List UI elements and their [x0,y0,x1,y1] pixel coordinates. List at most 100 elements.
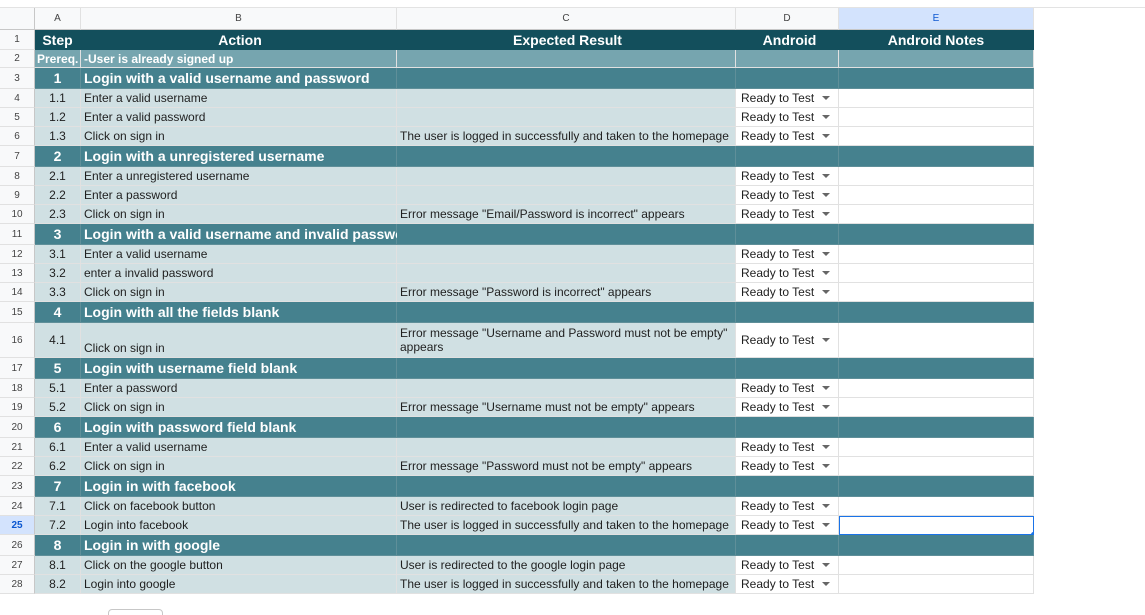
step-expected-result[interactable]: Error message "Password must not be empt… [397,457,736,476]
step-action[interactable]: Enter a valid username [81,438,397,457]
group-android-cell[interactable] [736,358,839,379]
step-action[interactable]: Click on sign in [81,205,397,224]
group-title[interactable]: Login with password field blank [81,417,397,438]
status-dropdown[interactable]: Ready to Test [736,245,839,264]
group-expected-cell[interactable] [397,358,736,379]
group-android-cell[interactable] [736,68,839,89]
chevron-down-icon[interactable] [822,405,830,409]
status-dropdown[interactable]: Ready to Test [736,575,839,594]
step-expected-result[interactable] [397,264,736,283]
notes-cell[interactable] [839,379,1034,398]
notes-cell[interactable] [839,575,1034,594]
step-expected-result[interactable] [397,108,736,127]
group-notes-cell[interactable] [839,358,1034,379]
step-action[interactable]: Enter a password [81,186,397,205]
step-action[interactable]: Login into facebook [81,516,397,535]
notes-cell[interactable] [839,438,1034,457]
prereq-notes-cell[interactable] [839,50,1034,68]
step-action[interactable]: Click on sign in [81,127,397,146]
step-action[interactable]: Login into google [81,575,397,594]
notes-cell[interactable] [839,245,1034,264]
step-expected-result[interactable]: Error message "Username and Password mus… [397,323,736,358]
chevron-down-icon[interactable] [822,212,830,216]
header-expected-result[interactable]: Expected Result [397,30,736,50]
status-dropdown[interactable]: Ready to Test [736,438,839,457]
step-expected-result[interactable]: The user is logged in successfully and t… [397,127,736,146]
step-number[interactable]: 3.2 [35,264,81,283]
status-dropdown[interactable]: Ready to Test [736,556,839,575]
column-header-e[interactable]: E [839,8,1034,30]
step-expected-result[interactable] [397,438,736,457]
status-dropdown[interactable]: Ready to Test [736,186,839,205]
step-expected-result[interactable]: Error message "Username must not be empt… [397,398,736,417]
header-action[interactable]: Action [81,30,397,50]
row-number[interactable]: 22 [0,457,35,476]
step-number[interactable]: 5.1 [35,379,81,398]
step-expected-result[interactable]: The user is logged in successfully and t… [397,575,736,594]
step-action[interactable]: Click on sign in [81,323,397,358]
step-expected-result[interactable] [397,167,736,186]
status-dropdown[interactable]: Ready to Test [736,89,839,108]
row-number[interactable]: 13 [0,264,35,283]
step-expected-result[interactable]: User is redirected to the google login p… [397,556,736,575]
step-number[interactable]: 7.2 [35,516,81,535]
step-number[interactable]: 2.2 [35,186,81,205]
group-notes-cell[interactable] [839,68,1034,89]
step-expected-result[interactable]: Error message "Email/Password is incorre… [397,205,736,224]
prereq-android-cell[interactable] [736,50,839,68]
select-all-corner[interactable] [0,8,35,30]
step-number[interactable]: 1.2 [35,108,81,127]
prereq-text[interactable]: -User is already signed up [81,50,397,68]
notes-cell[interactable] [839,398,1034,417]
group-android-cell[interactable] [736,146,839,167]
row-number[interactable]: 10 [0,205,35,224]
status-dropdown[interactable]: Ready to Test [736,323,839,358]
column-header-a[interactable]: A [35,8,81,30]
column-header-b[interactable]: B [81,8,397,30]
group-notes-cell[interactable] [839,417,1034,438]
group-title[interactable]: Login with all the fields blank [81,302,397,323]
notes-cell[interactable] [839,497,1034,516]
row-number[interactable]: 15 [0,302,35,323]
chevron-down-icon[interactable] [822,582,830,586]
row-number[interactable]: 18 [0,379,35,398]
row-number[interactable]: 3 [0,68,35,89]
row-number[interactable]: 17 [0,358,35,379]
step-number[interactable]: 2.1 [35,167,81,186]
chevron-down-icon[interactable] [822,523,830,527]
chevron-down-icon[interactable] [822,115,830,119]
status-dropdown[interactable]: Ready to Test [736,264,839,283]
group-number[interactable]: 8 [35,535,81,556]
group-title[interactable]: Login with a valid username and password [81,68,397,89]
step-number[interactable]: 3.1 [35,245,81,264]
step-number[interactable]: 6.1 [35,438,81,457]
step-number[interactable]: 8.1 [35,556,81,575]
chevron-down-icon[interactable] [822,445,830,449]
chevron-down-icon[interactable] [822,386,830,390]
step-action[interactable]: Enter a password [81,379,397,398]
group-number[interactable]: 7 [35,476,81,497]
row-number[interactable]: 9 [0,186,35,205]
step-number[interactable]: 4.1 [35,323,81,358]
row-number[interactable]: 6 [0,127,35,146]
prereq-label[interactable]: Prereq. [35,50,81,68]
chevron-down-icon[interactable] [822,338,830,342]
row-number[interactable]: 23 [0,476,35,497]
status-dropdown[interactable]: Ready to Test [736,205,839,224]
group-expected-cell[interactable] [397,535,736,556]
step-number[interactable]: 2.3 [35,205,81,224]
row-number[interactable]: 20 [0,417,35,438]
group-expected-cell[interactable] [397,224,736,245]
row-number[interactable]: 8 [0,167,35,186]
chevron-down-icon[interactable] [822,271,830,275]
step-number[interactable]: 6.2 [35,457,81,476]
row-number[interactable]: 4 [0,89,35,108]
row-number[interactable]: 5 [0,108,35,127]
step-action[interactable]: Enter a valid username [81,245,397,264]
step-action[interactable]: Click on sign in [81,283,397,302]
group-notes-cell[interactable] [839,146,1034,167]
column-header-d[interactable]: D [736,8,839,30]
step-expected-result[interactable] [397,245,736,264]
group-title[interactable]: Login with a valid username and invalid … [81,224,418,245]
sheet-tab[interactable] [108,609,163,615]
